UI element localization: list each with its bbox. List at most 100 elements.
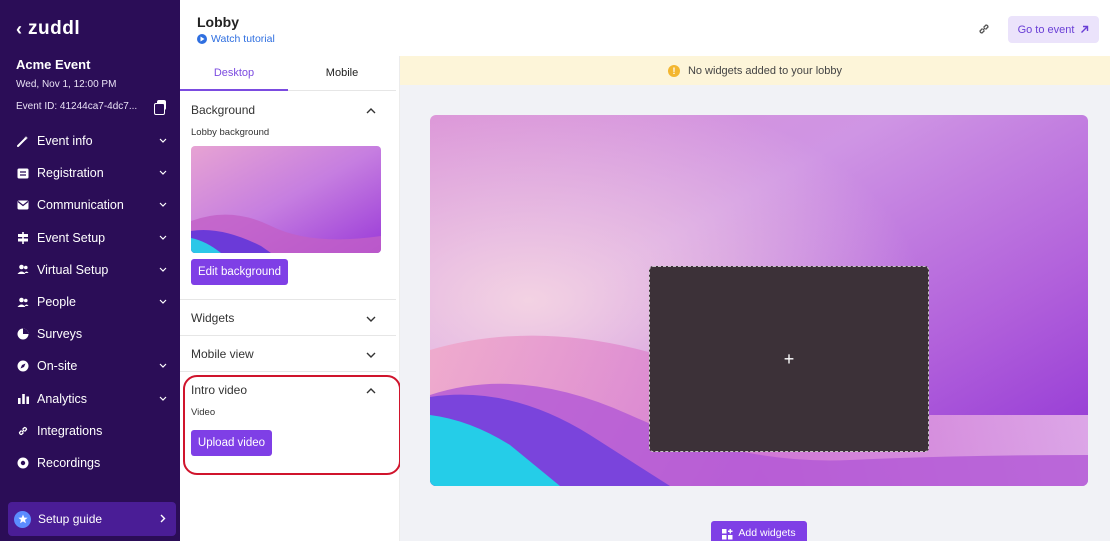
widgets-section-header[interactable]: Widgets [180, 300, 396, 335]
arrow-up-right-icon [1080, 21, 1089, 39]
logo-row[interactable]: ‹ zuddl [16, 18, 81, 40]
chevron-down-icon [158, 361, 168, 371]
warning-icon: ! [667, 64, 680, 77]
lobby-background-thumbnail [191, 146, 381, 253]
upload-video-button[interactable]: Upload video [191, 430, 272, 456]
sidebar-item-label: On-site [37, 359, 78, 374]
watch-tutorial-label: Watch tutorial [211, 33, 275, 45]
section-title: Widgets [191, 310, 235, 325]
chevron-down-icon [366, 309, 376, 327]
go-to-event-label: Go to event [1017, 23, 1075, 36]
chevron-down-icon [158, 394, 168, 404]
copy-link-icon[interactable] [977, 22, 991, 36]
sidebar-item-analytics[interactable]: Analytics [0, 383, 180, 415]
sidebar: ‹ zuddl Acme Event Wed, Nov 1, 12:00 PM … [0, 0, 180, 541]
widgets-section: Widgets [180, 300, 396, 336]
sidebar-nav: Event info Registration Communication Ev… [0, 125, 180, 479]
chevron-down-icon [158, 136, 168, 146]
sidebar-item-label: Communication [37, 198, 124, 213]
settings-panel: Desktop Mobile Background Lobby backgrou… [180, 56, 400, 541]
magic-wand-icon [16, 134, 30, 148]
users-icon [16, 263, 30, 277]
tab-mobile[interactable]: Mobile [288, 56, 396, 90]
intro-video-section: Intro video Video Upload video [180, 372, 396, 476]
event-date: Wed, Nov 1, 12:00 PM [16, 79, 117, 90]
section-title: Mobile view [191, 346, 254, 361]
signpost-icon [16, 231, 30, 245]
sidebar-item-surveys[interactable]: Surveys [0, 318, 180, 350]
widgets-icon [722, 527, 733, 541]
sidebar-item-label: Virtual Setup [37, 262, 109, 277]
intro-video-section-header[interactable]: Intro video [180, 372, 396, 407]
sidebar-item-event-setup[interactable]: Event Setup [0, 222, 180, 254]
sidebar-item-registration[interactable]: Registration [0, 157, 180, 189]
chevron-right-icon [160, 510, 166, 528]
event-id-row: Event ID: 41244ca7-4dc7... [16, 100, 166, 115]
sidebar-item-label: Event info [37, 134, 93, 149]
mobile-view-section-header[interactable]: Mobile view [180, 336, 396, 371]
plus-icon: + [783, 349, 795, 369]
scrollbar[interactable] [1110, 56, 1118, 541]
chevron-down-icon [158, 233, 168, 243]
watch-tutorial-link[interactable]: Watch tutorial [197, 33, 275, 45]
setup-guide-button[interactable]: Setup guide [8, 502, 176, 536]
chevron-down-icon [158, 200, 168, 210]
tab-desktop[interactable]: Desktop [180, 56, 288, 91]
sidebar-item-label: Registration [37, 166, 104, 181]
mobile-view-section: Mobile view [180, 336, 396, 372]
sidebar-item-label: Recordings [37, 455, 101, 470]
sidebar-item-virtual-setup[interactable]: Virtual Setup [0, 254, 180, 286]
play-icon [197, 34, 207, 44]
lobby-background-label: Lobby background [191, 127, 270, 138]
link-icon [16, 424, 30, 438]
chevron-up-icon [366, 101, 376, 119]
copy-icon[interactable] [154, 100, 166, 115]
go-to-event-button[interactable]: Go to event [1008, 16, 1099, 43]
lobby-preview: ! No widgets added to your lobby + Add w… [400, 56, 1118, 541]
sidebar-item-label: Event Setup [37, 230, 106, 245]
sidebar-item-label: People [37, 295, 76, 310]
banner-text: No widgets added to your lobby [687, 64, 843, 77]
intro-video-placeholder[interactable]: + [649, 266, 929, 452]
sidebar-item-label: Integrations [37, 423, 103, 438]
chevron-up-icon [366, 381, 376, 399]
sidebar-item-communication[interactable]: Communication [0, 189, 180, 221]
lobby-canvas: + [430, 115, 1088, 486]
background-section-header[interactable]: Background [180, 92, 396, 127]
pie-chart-icon [16, 327, 30, 341]
back-icon[interactable]: ‹ [16, 19, 22, 39]
chevron-down-icon [366, 345, 376, 363]
add-widgets-label: Add widgets [738, 527, 796, 539]
event-name: Acme Event [16, 57, 91, 72]
chevron-down-icon [158, 168, 168, 178]
no-widgets-banner: ! No widgets added to your lobby [400, 56, 1110, 85]
star-badge-icon [14, 510, 31, 528]
edit-background-button[interactable]: Edit background [191, 259, 288, 285]
envelope-icon [16, 198, 30, 212]
background-section: Background Lobby background Edit backgro… [180, 92, 396, 300]
page-title: Lobby [197, 14, 239, 30]
sidebar-item-label: Surveys [37, 327, 83, 342]
record-icon [16, 456, 30, 470]
chevron-down-icon [158, 297, 168, 307]
compass-icon [16, 359, 30, 373]
add-widgets-button[interactable]: Add widgets [711, 521, 807, 541]
setup-guide-label: Setup guide [38, 512, 103, 526]
page-header: Lobby Watch tutorial Go to event [180, 0, 1118, 56]
sidebar-item-on-site[interactable]: On-site [0, 350, 180, 382]
sidebar-item-integrations[interactable]: Integrations [0, 415, 180, 447]
sidebar-item-recordings[interactable]: Recordings [0, 447, 180, 479]
sidebar-item-event-info[interactable]: Event info [0, 125, 180, 157]
event-id: Event ID: 41244ca7-4dc7... [16, 101, 138, 112]
view-tabs: Desktop Mobile [180, 56, 396, 91]
section-title: Intro video [191, 382, 248, 397]
section-title: Background [191, 102, 256, 117]
users-icon [16, 295, 30, 309]
sidebar-item-people[interactable]: People [0, 286, 180, 318]
sidebar-item-label: Analytics [37, 391, 88, 406]
form-icon [16, 166, 30, 180]
chevron-down-icon [158, 265, 168, 275]
brand-logo: zuddl [28, 18, 81, 39]
bar-chart-icon [16, 392, 30, 406]
video-label: Video [191, 407, 216, 418]
